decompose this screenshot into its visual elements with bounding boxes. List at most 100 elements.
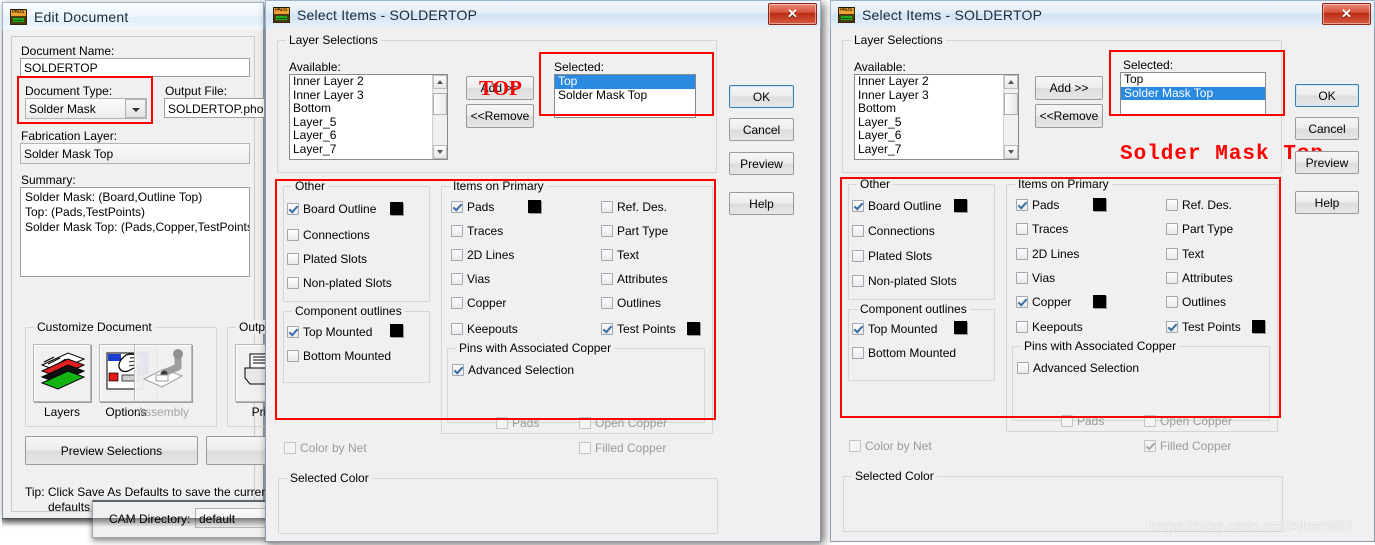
list-item[interactable]: Layer_7: [855, 142, 1018, 157]
ok-button-middle[interactable]: OK: [729, 85, 794, 108]
checkbox-keepouts-middle[interactable]: Keepouts: [451, 322, 518, 336]
checkbox-connections-right[interactable]: Connections: [852, 224, 935, 238]
scroll-down-icon[interactable]: [433, 145, 447, 159]
checkbox-filled-copper-middle[interactable]: Filled Copper: [579, 441, 666, 455]
checkbox-traces-middle[interactable]: Traces: [451, 224, 503, 238]
document-name-input[interactable]: SOLDERTOP: [20, 58, 250, 77]
selected-listbox-right[interactable]: Top Solder Mask Top: [1120, 72, 1266, 116]
checkbox-bottom-mounted-right[interactable]: Bottom Mounted: [852, 346, 956, 360]
checkbox-non-plated-slots-right[interactable]: Non-plated Slots: [852, 274, 957, 288]
scrollbar-thumb[interactable]: [1004, 93, 1018, 115]
checkbox-vias-right[interactable]: Vias: [1016, 271, 1055, 285]
list-item[interactable]: Layer_7: [290, 142, 447, 157]
ok-button-right[interactable]: OK: [1295, 84, 1359, 107]
checkbox-2d-lines-right[interactable]: 2D Lines: [1016, 247, 1079, 261]
preview-selections-button[interactable]: Preview Selections: [25, 436, 198, 465]
checkbox-outlines-right[interactable]: Outlines: [1166, 295, 1226, 309]
selected-listbox-middle[interactable]: Top Solder Mask Top: [554, 74, 696, 118]
checkbox-advanced-selection-right[interactable]: Advanced Selection: [1017, 361, 1139, 375]
color-swatch-test-points-right[interactable]: [1252, 320, 1265, 333]
color-swatch-pads-middle[interactable]: [528, 200, 541, 213]
cancel-button-middle[interactable]: Cancel: [729, 118, 794, 141]
available-scrollbar[interactable]: [1003, 75, 1018, 159]
checkbox-text-right[interactable]: Text: [1166, 247, 1204, 261]
checkbox-board-outline-middle[interactable]: Board Outline: [287, 202, 376, 216]
checkbox-open-copper-middle[interactable]: Open Copper: [579, 416, 667, 430]
checkbox-board-outline-right[interactable]: Board Outline: [852, 199, 941, 213]
checkbox-connections-middle[interactable]: Connections: [287, 228, 370, 242]
help-button-right[interactable]: Help: [1295, 191, 1359, 214]
layers-button[interactable]: [33, 344, 91, 402]
checkbox-color-by-net-middle[interactable]: Color by Net: [284, 441, 367, 455]
color-swatch-top-mounted-middle[interactable]: [390, 324, 403, 337]
document-type-dropdown-arrow[interactable]: [125, 99, 146, 118]
list-item[interactable]: Bottom: [290, 101, 447, 116]
preview-button-middle[interactable]: Preview: [729, 152, 794, 175]
list-item[interactable]: Inner Layer 2: [290, 75, 447, 89]
list-item[interactable]: Solder Mask Top: [1121, 86, 1265, 100]
list-item[interactable]: Inner Layer 2: [855, 75, 1018, 89]
list-item[interactable]: Layer_5: [855, 115, 1018, 130]
checkbox-non-plated-slots-middle[interactable]: Non-plated Slots: [287, 276, 392, 290]
checkbox-pads-right[interactable]: Pads: [1016, 198, 1059, 212]
checkbox-plated-slots-middle[interactable]: Plated Slots: [287, 252, 367, 266]
checkbox-open-copper-right[interactable]: Open Copper: [1144, 414, 1232, 428]
edit-document-titlebar[interactable]: Edit Document: [2, 2, 264, 30]
scrollbar-thumb[interactable]: [433, 93, 447, 115]
checkbox-keepouts-right[interactable]: Keepouts: [1016, 320, 1083, 334]
checkbox-top-mounted-middle[interactable]: Top Mounted: [287, 325, 372, 339]
checkbox-ref-des-right[interactable]: Ref. Des.: [1166, 198, 1232, 212]
list-item[interactable]: Top: [555, 75, 695, 89]
checkbox-attributes-right[interactable]: Attributes: [1166, 271, 1233, 285]
checkbox-test-points-middle[interactable]: Test Points: [601, 322, 676, 336]
checkbox-ref-des-middle[interactable]: Ref. Des.: [601, 200, 667, 214]
checkbox-copper-right[interactable]: Copper: [1016, 295, 1071, 309]
output-file-input[interactable]: SOLDERTOP.pho: [164, 98, 264, 118]
cancel-button-right[interactable]: Cancel: [1295, 117, 1359, 140]
list-item[interactable]: Layer_6: [855, 128, 1018, 143]
scroll-up-icon[interactable]: [433, 75, 447, 89]
remove-button-middle[interactable]: <<Remove: [466, 104, 534, 128]
checkbox-plated-slots-right[interactable]: Plated Slots: [852, 249, 932, 263]
list-item[interactable]: Solder Mask Top: [555, 88, 695, 103]
help-button-middle[interactable]: Help: [729, 192, 794, 215]
checkbox-2d-lines-middle[interactable]: 2D Lines: [451, 248, 514, 262]
checkbox-pins-pads-middle[interactable]: Pads: [496, 416, 539, 430]
available-scrollbar[interactable]: [432, 75, 447, 159]
list-item[interactable]: Top: [1121, 73, 1265, 87]
checkbox-top-mounted-right[interactable]: Top Mounted: [852, 322, 937, 336]
scroll-up-icon[interactable]: [1004, 75, 1018, 89]
dialog-middle-titlebar[interactable]: Select Items - SOLDERTOP ✕: [265, 0, 821, 28]
checkbox-part-type-right[interactable]: Part Type: [1166, 222, 1233, 236]
checkbox-text-middle[interactable]: Text: [601, 248, 639, 262]
checkbox-pins-pads-right[interactable]: Pads: [1061, 414, 1104, 428]
add-button-right[interactable]: Add >>: [1035, 76, 1103, 100]
checkbox-advanced-selection-middle[interactable]: Advanced Selection: [452, 363, 574, 377]
color-swatch-board-outline-middle[interactable]: [390, 202, 403, 215]
scroll-down-icon[interactable]: [1004, 145, 1018, 159]
list-item[interactable]: Bottom: [855, 101, 1018, 116]
checkbox-part-type-middle[interactable]: Part Type: [601, 224, 668, 238]
close-icon[interactable]: ✕: [768, 3, 817, 25]
list-item[interactable]: Layer_5: [290, 115, 447, 130]
checkbox-filled-copper-right[interactable]: Filled Copper: [1144, 439, 1231, 453]
color-swatch-copper-right[interactable]: [1093, 295, 1106, 308]
available-listbox-middle[interactable]: Inner Layer 2 Inner Layer 3 Bottom Layer…: [289, 74, 448, 160]
list-item[interactable]: Inner Layer 3: [290, 88, 447, 103]
checkbox-traces-right[interactable]: Traces: [1016, 222, 1068, 236]
remove-button-right[interactable]: <<Remove: [1035, 104, 1103, 128]
checkbox-vias-middle[interactable]: Vias: [451, 272, 490, 286]
dialog-right-titlebar[interactable]: Select Items - SOLDERTOP ✕: [830, 0, 1375, 28]
list-item[interactable]: Inner Layer 3: [855, 88, 1018, 103]
checkbox-outlines-middle[interactable]: Outlines: [601, 296, 661, 310]
checkbox-attributes-middle[interactable]: Attributes: [601, 272, 668, 286]
checkbox-color-by-net-right[interactable]: Color by Net: [849, 439, 932, 453]
preview-button-right[interactable]: Preview: [1295, 151, 1359, 174]
checkbox-test-points-right[interactable]: Test Points: [1166, 320, 1241, 334]
close-icon[interactable]: ✕: [1322, 3, 1371, 25]
color-swatch-top-mounted-right[interactable]: [954, 321, 967, 334]
checkbox-bottom-mounted-middle[interactable]: Bottom Mounted: [287, 349, 391, 363]
checkbox-pads-middle[interactable]: Pads: [451, 200, 494, 214]
color-swatch-pads-right[interactable]: [1093, 198, 1106, 211]
checkbox-copper-middle[interactable]: Copper: [451, 296, 506, 310]
